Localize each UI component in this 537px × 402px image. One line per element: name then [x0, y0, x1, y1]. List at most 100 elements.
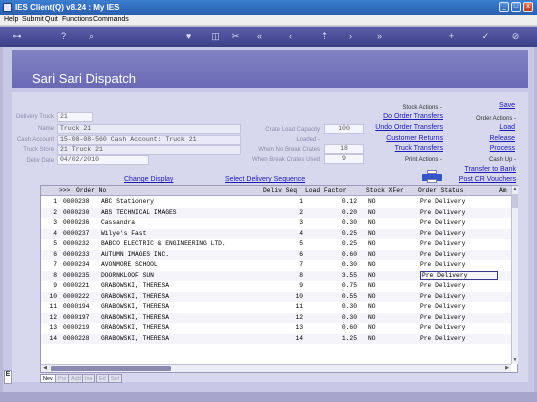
col-am[interactable]: Am — [499, 187, 507, 194]
cash-account-field[interactable]: 15-08-08-560 Cash Account: Truck 21 — [57, 135, 241, 145]
save-link[interactable]: Save — [480, 102, 515, 109]
cell-stock-xfer[interactable]: NO — [368, 240, 398, 247]
deliv-date-field[interactable]: 04/02/2010 — [57, 155, 149, 165]
cell-order-no[interactable]: 0000222 — [63, 293, 99, 300]
cell-order-status[interactable]: Pre Delivery — [420, 324, 498, 331]
cell-customer[interactable]: GRABOWSKI, THERESA — [101, 324, 261, 331]
cell-stock-xfer[interactable]: NO — [368, 335, 398, 342]
cell-order-status[interactable]: Pre Delivery — [420, 240, 498, 247]
printer-icon[interactable] — [422, 170, 442, 183]
cell-row-number[interactable]: 3 — [41, 219, 57, 226]
table-row[interactable]: 12 0000197 GRABOWSKI, THERESA 12 0.30 NO Pre D… — [41, 312, 511, 323]
cell-row-number[interactable]: 13 — [41, 324, 57, 331]
scroll-up-icon[interactable]: ▲ — [512, 186, 518, 193]
table-row[interactable]: 1 0000238 ABC Stationery 1 0.12 NO Pre Deliver… — [41, 197, 511, 207]
cell-customer[interactable]: Wilye's Fast — [101, 230, 261, 237]
table-row[interactable]: 9 0000221 GRABOWSKI, THERESA 9 0.75 NO Pre Del… — [41, 281, 511, 291]
col-order-no[interactable]: Order No — [76, 187, 106, 194]
cell-load-factor[interactable]: 0.60 — [309, 251, 357, 258]
cell-stock-xfer[interactable]: NO — [368, 230, 398, 237]
cell-customer[interactable]: GRABOWSKI, THERESA — [101, 293, 261, 300]
cell-order-status[interactable]: Pre Delivery — [420, 251, 498, 258]
table-row[interactable]: 7 0000234 AVONMORE SCHOOL 7 0.30 NO Pre Delive… — [41, 260, 511, 270]
cell-customer[interactable]: DOORNKLOOF SUN — [101, 272, 261, 279]
cell-order-status[interactable]: Pre Delivery — [420, 230, 498, 237]
cell-order-status[interactable]: Pre Delivery — [420, 270, 498, 280]
change-display-link[interactable]: Change Display — [124, 176, 173, 183]
cell-stock-xfer[interactable]: NO — [368, 209, 398, 216]
cell-order-no[interactable]: 0000194 — [63, 303, 99, 310]
table-row[interactable]: 3 0000236 Cassandra 3 0.30 NO Pre Delivery — [41, 218, 511, 228]
cell-row-number[interactable]: 4 — [41, 230, 57, 237]
left-side-tab[interactable]: E — [4, 370, 12, 384]
cell-row-number[interactable]: 6 — [41, 251, 57, 258]
cell-customer[interactable]: ABS TECHNICAL IMAGES — [101, 209, 261, 216]
help-icon[interactable]: ? — [58, 31, 69, 42]
cell-order-no[interactable]: 0000236 — [63, 219, 99, 226]
cell-stock-xfer[interactable]: NO — [368, 282, 398, 289]
add-icon[interactable]: + — [446, 31, 457, 42]
cell-stock-xfer[interactable]: NO — [368, 251, 398, 258]
cell-stock-xfer[interactable]: NO — [368, 293, 398, 300]
cell-order-status[interactable]: Pre Delivery — [420, 198, 498, 205]
crate-load-capacity-field[interactable]: 100 — [324, 124, 364, 134]
cell-order-no[interactable]: 0000219 — [63, 324, 99, 331]
cell-load-factor[interactable]: 0.30 — [309, 219, 357, 226]
cell-stock-xfer[interactable]: NO — [368, 314, 398, 321]
when-no-break-crates-field[interactable]: 18 — [324, 144, 364, 154]
vertical-scroll-thumb[interactable] — [512, 194, 518, 208]
cell-deliv-seq[interactable]: 12 — [263, 314, 303, 321]
when-break-crates-used-field[interactable]: 9 — [324, 154, 364, 164]
cell-stock-xfer[interactable]: NO — [368, 272, 398, 279]
scroll-down-icon[interactable]: ▼ — [512, 357, 518, 364]
table-row[interactable]: 13 0000219 GRABOWSKI, THERESA 13 0.60 NO Pre D… — [41, 323, 511, 333]
cell-customer[interactable]: AUTUMN IMAGES INC. — [101, 251, 261, 258]
cell-order-status[interactable]: Pre Delivery — [420, 293, 498, 300]
cell-customer[interactable]: ABC Stationery — [101, 198, 261, 205]
cell-order-no[interactable]: 0000232 — [63, 240, 99, 247]
cell-row-number[interactable]: 1 — [41, 198, 57, 205]
cell-load-factor[interactable]: 0.12 — [309, 198, 357, 205]
cell-deliv-seq[interactable]: 5 — [263, 240, 303, 247]
transfer-to-bank-link[interactable]: Transfer to Bank — [450, 166, 517, 173]
tab-nev[interactable]: Nev — [40, 374, 56, 383]
next-page-icon[interactable]: › — [345, 31, 356, 42]
cell-load-factor[interactable]: 0.30 — [309, 261, 357, 268]
cell-order-no[interactable]: 0000233 — [63, 251, 99, 258]
tab-sel[interactable]: Sel — [108, 374, 122, 383]
cell-order-no[interactable]: 0000230 — [63, 209, 99, 216]
table-row[interactable]: 8 0000235 DOORNKLOOF SUN 8 3.55 NO Pre Deliver… — [41, 270, 511, 281]
cell-load-factor[interactable]: 0.55 — [309, 293, 357, 300]
name-field[interactable]: Truck 21 — [57, 124, 241, 134]
cell-order-status[interactable]: Pre Delivery — [420, 282, 498, 289]
cell-load-factor[interactable]: 0.25 — [309, 240, 357, 247]
cell-row-number[interactable]: 2 — [41, 209, 57, 216]
first-page-icon[interactable]: « — [254, 31, 265, 42]
table-row[interactable]: 6 0000233 AUTUMN IMAGES INC. 6 0.60 NO Pre Del… — [41, 249, 511, 260]
delivery-truck-field[interactable]: 21 — [57, 112, 93, 122]
post-cr-vouchers-link[interactable]: Post CR Vouchers — [450, 176, 516, 183]
cell-order-no[interactable]: 0000237 — [63, 230, 99, 237]
menu-functions[interactable]: Functions — [62, 16, 92, 23]
tab-ins[interactable]: Ins — [82, 374, 96, 383]
cell-row-number[interactable]: 8 — [41, 272, 57, 279]
release-link[interactable]: Release — [470, 135, 515, 142]
cancel-icon[interactable]: ⊘ — [510, 31, 521, 42]
minimize-button[interactable]: _ — [499, 2, 509, 12]
cell-deliv-seq[interactable]: 1 — [263, 198, 303, 205]
cell-load-factor[interactable]: 1.25 — [309, 335, 357, 342]
cell-deliv-seq[interactable]: 2 — [263, 209, 303, 216]
cell-row-number[interactable]: 14 — [41, 335, 57, 342]
table-row[interactable]: 4 0000237 Wilye's Fast 4 0.25 NO Pre Delivery — [41, 228, 511, 239]
key-icon[interactable]: ⊶ — [6, 31, 28, 42]
cell-order-status[interactable]: Pre Delivery — [420, 209, 498, 216]
cell-order-no[interactable]: 0000221 — [63, 282, 99, 289]
close-button[interactable]: x — [523, 2, 533, 12]
menu-quit[interactable]: Quit — [45, 16, 58, 23]
menu-help[interactable]: Help — [4, 16, 18, 23]
cell-row-number[interactable]: 5 — [41, 240, 57, 247]
cell-order-status[interactable]: Pre Delivery — [420, 303, 498, 310]
process-link[interactable]: Process — [470, 145, 515, 152]
menu-commands[interactable]: Commands — [93, 16, 129, 23]
tab-ed[interactable]: Ed — [96, 374, 109, 383]
